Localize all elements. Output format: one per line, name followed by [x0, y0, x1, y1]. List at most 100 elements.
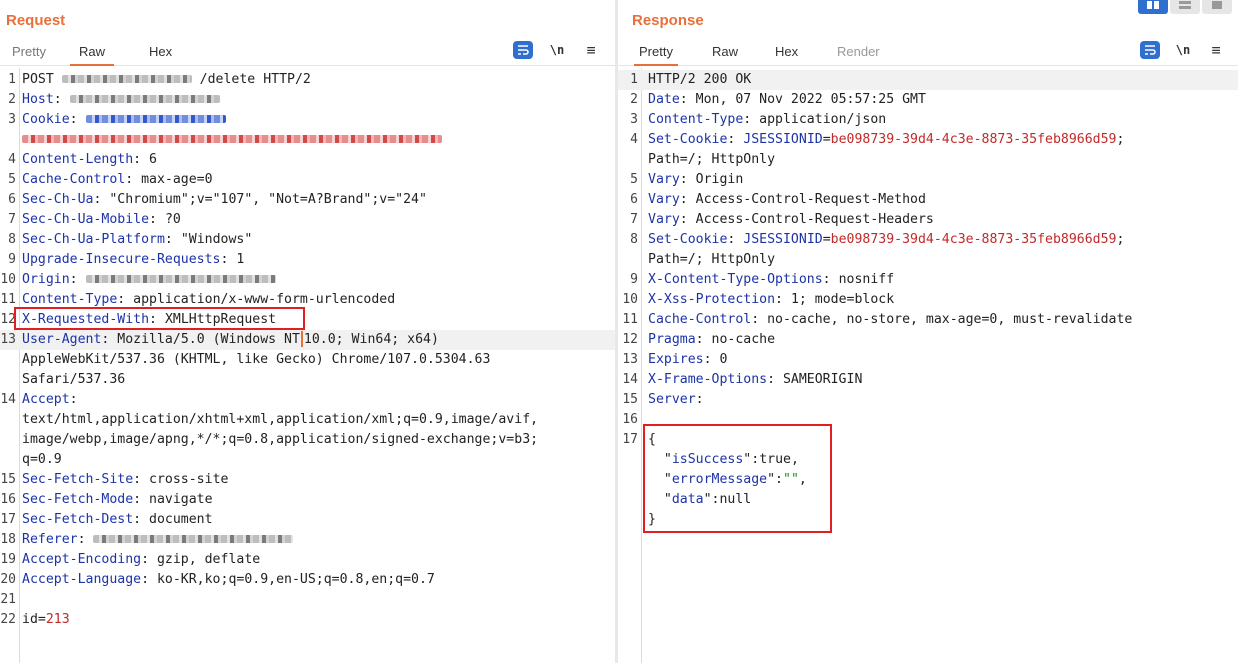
request-line[interactable]: 8 Sec-Ch-Ua-Platform: "Windows" — [0, 230, 615, 250]
header-name: Upgrade-Insecure-Requests — [22, 252, 221, 267]
header-name: Referer — [22, 532, 78, 547]
request-line[interactable]: 20 Accept-Language: ko-KR,ko;q=0.9,en-US;… — [0, 570, 615, 590]
response-line[interactable]: Path=/; HttpOnly — [618, 250, 1238, 270]
request-tab-hex[interactable]: Hex — [149, 44, 172, 66]
request-line[interactable]: 1 POST /delete HTTP/2 — [0, 70, 615, 90]
layout-stacked-icon[interactable] — [1170, 0, 1200, 14]
response-line[interactable]: 9 X-Content-Type-Options: nosniff — [618, 270, 1238, 290]
line-number: 15 — [622, 392, 638, 407]
request-line[interactable]: 9 Upgrade-Insecure-Requests: 1 — [0, 250, 615, 270]
response-tab-pretty[interactable]: Pretty — [634, 44, 678, 66]
request-line[interactable]: 15 Sec-Fetch-Site: cross-site — [0, 470, 615, 490]
request-pane: Request Pretty Raw Hex \n ≡ 1 POST /delet… — [0, 0, 615, 663]
response-line[interactable]: 12 Pragma: no-cache — [618, 330, 1238, 350]
response-line[interactable]: 5 Vary: Origin — [618, 170, 1238, 190]
layout-side-by-side-icon[interactable] — [1138, 0, 1168, 14]
response-editor[interactable]: 1 HTTP/2 200 OK 2 Date: Mon, 07 Nov 2022 05… — [618, 68, 1238, 663]
request-line[interactable]: 4 Content-Length: 6 — [0, 150, 615, 170]
request-line[interactable]: 6 Sec-Ch-Ua: "Chromium";v="107", "Not=A?B… — [0, 190, 615, 210]
line-code: Path=/; HttpOnly — [648, 250, 775, 270]
line-number: 17 — [0, 512, 16, 527]
line-code: Vary: Origin — [648, 172, 744, 187]
header-name: Sec-Ch-Ua — [22, 192, 94, 207]
response-line[interactable]: 1 HTTP/2 200 OK — [618, 70, 1238, 90]
line-number: 10 — [0, 272, 16, 287]
header-name: Sec-Ch-Ua-Platform — [22, 232, 165, 247]
response-line[interactable]: Path=/; HttpOnly — [618, 150, 1238, 170]
line-code: Origin: — [22, 270, 276, 290]
request-line[interactable]: 10 Origin: — [0, 270, 615, 290]
request-line[interactable]: 22 id=213 — [0, 610, 615, 630]
line-number: 4 — [630, 132, 638, 147]
request-line[interactable]: image/webp,image/apng,*/*;q=0.8,applicat… — [0, 430, 615, 450]
response-line[interactable]: 4 Set-Cookie: JSESSIONID=be098739-39d4-4c… — [618, 130, 1238, 150]
menu-icon[interactable]: ≡ — [1208, 41, 1224, 59]
redacted-value — [61, 75, 192, 83]
request-line[interactable] — [0, 130, 615, 150]
request-line[interactable]: Safari/537.36 — [0, 370, 615, 390]
header-value: SAMEORIGIN — [782, 372, 863, 387]
cookie-separator: ; — [1116, 132, 1125, 147]
header-value: 0 — [719, 352, 728, 367]
line-code: Content-Type: application/json — [648, 112, 887, 127]
request-line[interactable]: 14 Accept: — [0, 390, 615, 410]
request-line[interactable]: 2 Host: — [0, 90, 615, 110]
request-line[interactable]: 5 Cache-Control: max-age=0 — [0, 170, 615, 190]
request-line[interactable]: 17 Sec-Fetch-Dest: document — [0, 510, 615, 530]
request-line[interactable]: 18 Referer: — [0, 530, 615, 550]
request-title: Request — [6, 12, 66, 29]
line-code: Server: — [648, 392, 712, 407]
line-code: Date: Mon, 07 Nov 2022 05:57:25 GMT — [648, 92, 926, 107]
request-tab-pretty[interactable]: Pretty — [12, 44, 46, 66]
response-tab-render[interactable]: Render — [837, 44, 880, 66]
request-line[interactable]: 19 Accept-Encoding: gzip, deflate — [0, 550, 615, 570]
response-line[interactable]: 2 Date: Mon, 07 Nov 2022 05:57:25 GMT — [618, 90, 1238, 110]
request-tab-raw[interactable]: Raw — [70, 44, 114, 66]
request-line[interactable]: 13 User-Agent: Mozilla/5.0 (Windows NT 10.… — [0, 330, 615, 350]
line-code: text/html,application/xhtml+xml,applicat… — [22, 410, 538, 430]
line-text: text/html,application/xhtml+xml,applicat… — [22, 412, 539, 427]
header-name: Cookie — [22, 112, 70, 127]
response-line[interactable]: 14 X-Frame-Options: SAMEORIGIN — [618, 370, 1238, 390]
request-line[interactable]: 16 Sec-Fetch-Mode: navigate — [0, 490, 615, 510]
line-text: q=0.9 — [22, 452, 62, 467]
cookie-value: be098739-39d4-4c3e-8873-35feb8966d59 — [830, 132, 1117, 147]
line-code: X-Xss-Protection: 1; mode=block — [648, 292, 895, 307]
response-line[interactable]: 11 Cache-Control: no-cache, no-store, max… — [618, 310, 1238, 330]
line-code: Cache-Control: max-age=0 — [22, 172, 213, 187]
response-line[interactable]: 10 X-Xss-Protection: 1; mode=block — [618, 290, 1238, 310]
layout-tabs-icon[interactable] — [1202, 0, 1232, 14]
newline-toggle-button[interactable]: \n — [1175, 41, 1191, 59]
response-line[interactable]: 13 Expires: 0 — [618, 350, 1238, 370]
request-line[interactable]: 21 — [0, 590, 615, 610]
response-line[interactable]: 3 Content-Type: application/json — [618, 110, 1238, 130]
redacted-value — [85, 115, 226, 123]
request-line[interactable]: text/html,application/xhtml+xml,applicat… — [0, 410, 615, 430]
layout-switcher — [1138, 0, 1232, 14]
request-editor[interactable]: 1 POST /delete HTTP/2 2 Host: 3 Cookie: 4 Con… — [0, 68, 615, 663]
line-text: Path=/; HttpOnly — [648, 152, 776, 167]
response-tab-raw[interactable]: Raw — [712, 44, 738, 66]
menu-icon[interactable]: ≡ — [583, 41, 599, 59]
newline-toggle-button[interactable]: \n — [549, 41, 565, 59]
line-number: 10 — [622, 292, 638, 307]
response-line[interactable]: 7 Vary: Access-Control-Request-Headers — [618, 210, 1238, 230]
header-value: max-age=0 — [141, 172, 213, 187]
request-line[interactable]: q=0.9 — [0, 450, 615, 470]
line-code: Path=/; HttpOnly — [648, 150, 775, 170]
request-line[interactable]: AppleWebKit/537.36 (KHTML, like Gecko) C… — [0, 350, 615, 370]
request-line[interactable]: 7 Sec-Ch-Ua-Mobile: ?0 — [0, 210, 615, 230]
response-line[interactable]: 6 Vary: Access-Control-Request-Method — [618, 190, 1238, 210]
response-line[interactable]: 15 Server: — [618, 390, 1238, 410]
line-code: Set-Cookie: JSESSIONID=be098739-39d4-4c3… — [648, 132, 1125, 147]
response-tab-hex[interactable]: Hex — [775, 44, 798, 66]
line-number: 14 — [622, 372, 638, 387]
response-line[interactable]: 8 Set-Cookie: JSESSIONID=be098739-39d4-4c… — [618, 230, 1238, 250]
line-number: 13 — [622, 352, 638, 367]
line-code: Referer: — [22, 530, 294, 550]
wrap-lines-icon[interactable] — [513, 41, 533, 59]
request-line[interactable]: 3 Cookie: — [0, 110, 615, 130]
wrap-lines-icon[interactable] — [1140, 41, 1160, 59]
line-text: HTTP/2 200 OK — [648, 72, 752, 87]
line-text: id= — [22, 612, 46, 627]
